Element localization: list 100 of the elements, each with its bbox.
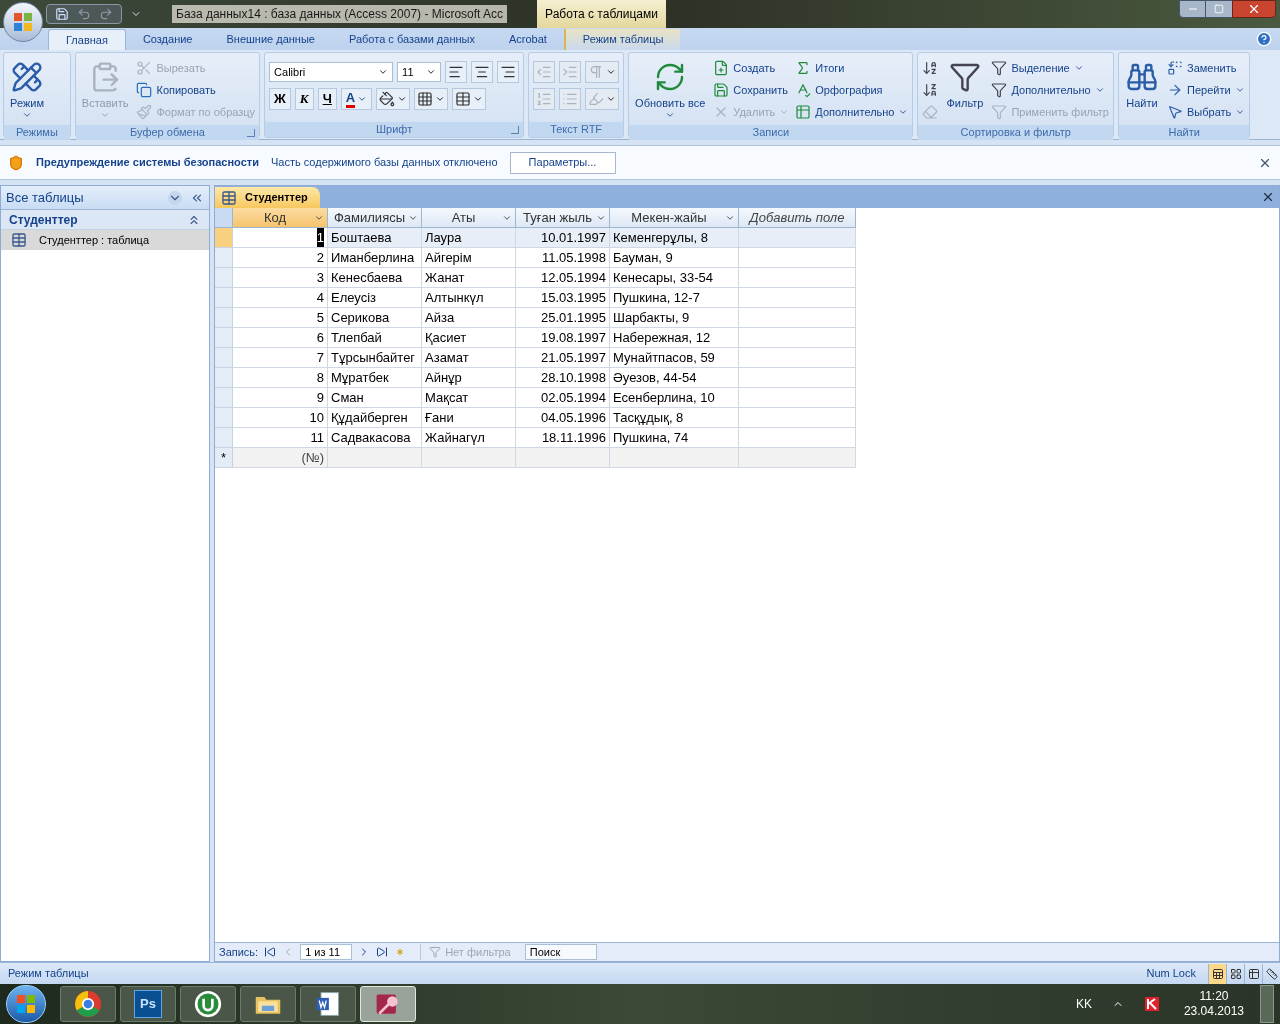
ribbon-button[interactable]: Обновить все — [631, 57, 710, 125]
table-cell: 12.05.1994 — [516, 268, 610, 288]
column-header[interactable]: Аты — [422, 208, 516, 228]
table-cell: Бауман, 9 — [610, 248, 739, 268]
icon-button[interactable] — [497, 61, 520, 83]
caret-icon — [1094, 85, 1105, 95]
ribbon-button[interactable]: Выбрать — [1165, 101, 1248, 123]
column-header[interactable]: Мекен-жайы — [610, 208, 739, 228]
start-button[interactable] — [6, 985, 46, 1023]
save-icon[interactable] — [55, 7, 69, 21]
maximize-button[interactable] — [1206, 0, 1232, 18]
format-button[interactable]: A — [340, 88, 373, 110]
table-cell: Иманберлина — [328, 248, 422, 268]
taskbar-button[interactable]: Ps — [120, 986, 176, 1022]
icon-button[interactable] — [414, 88, 449, 110]
close-icon[interactable] — [1261, 190, 1275, 204]
close-button[interactable] — [1232, 0, 1276, 18]
ribbon-button[interactable]: Орфография — [793, 79, 911, 101]
table-cell: Айгерім — [422, 248, 516, 268]
view-button[interactable] — [1226, 963, 1244, 984]
font-combo[interactable]: Calibri — [269, 62, 394, 82]
ribbon-button[interactable]: Дополнительно — [793, 101, 911, 123]
ribbon-button[interactable]: Перейти — [1165, 79, 1248, 101]
clock[interactable]: 11:20 23.04.2013 — [1183, 989, 1244, 1019]
ribbon-button[interactable]: Фильтр — [942, 57, 988, 125]
close-icon — [1247, 2, 1261, 16]
group-label: Текст RTF — [550, 122, 603, 138]
dropdown-icon[interactable] — [168, 190, 182, 205]
ribbon-tab[interactable]: Создание — [125, 29, 210, 50]
ribbon-button[interactable]: Найти — [1121, 57, 1163, 125]
record-number-field[interactable]: 1 из 11 — [300, 944, 353, 960]
format-button[interactable]: К — [294, 88, 314, 110]
caret-icon — [357, 94, 368, 104]
pane-title: Все таблицы — [6, 188, 84, 207]
ribbon-tab[interactable]: Главная — [48, 29, 126, 50]
ribbon-button[interactable]: Выделение — [989, 57, 1111, 79]
taskbar-button[interactable] — [300, 986, 356, 1022]
column-header[interactable]: Добавить поле — [739, 208, 856, 228]
last-record-icon[interactable] — [376, 946, 389, 958]
taskbar-button[interactable] — [240, 986, 296, 1022]
ribbon-button[interactable]: Копировать — [134, 79, 258, 101]
group-header[interactable]: Студенттер — [1, 210, 209, 230]
align-center-icon — [474, 64, 491, 80]
view-icon — [1229, 967, 1242, 980]
ribbon-tab[interactable]: Внешние данные — [209, 29, 332, 50]
ribbon-button[interactable]: Создать — [711, 57, 792, 79]
new-record-icon — [713, 60, 730, 76]
format-button[interactable]: Ж — [269, 88, 291, 110]
warning-message: Часть содержимого базы данных отключено — [270, 155, 498, 171]
maximize-icon — [1214, 4, 1224, 14]
help-icon[interactable] — [1256, 31, 1272, 47]
view-button[interactable] — [1208, 963, 1226, 984]
minimize-button[interactable] — [1179, 0, 1206, 18]
antivirus-icon[interactable] — [1143, 996, 1160, 1012]
ribbon-tab[interactable]: Работа с базами данных — [331, 29, 492, 50]
view-icon — [1211, 967, 1224, 980]
options-button[interactable]: Параметры... — [509, 151, 616, 174]
icon-button[interactable] — [445, 61, 468, 83]
caret-icon — [426, 67, 437, 77]
dialog-launcher-icon[interactable] — [511, 125, 520, 134]
column-header[interactable]: Код — [233, 208, 328, 228]
format-button[interactable]: Ч — [317, 88, 337, 110]
ribbon-button[interactable]: Сохранить — [711, 79, 792, 101]
dialog-launcher-icon[interactable] — [247, 128, 256, 137]
caret-icon — [22, 110, 32, 120]
undo-icon[interactable] — [77, 7, 91, 21]
ribbon-button[interactable]: Заменить — [1165, 57, 1248, 79]
language-indicator[interactable]: KK — [1075, 995, 1092, 1013]
eraser-icon — [922, 104, 939, 120]
taskbar-button[interactable] — [180, 986, 236, 1022]
table-cell: Шарбакты, 9 — [610, 308, 739, 328]
icon-button[interactable] — [471, 61, 494, 83]
view-button[interactable] — [1244, 963, 1262, 984]
font-combo[interactable]: 11 — [397, 62, 442, 82]
redo-icon[interactable] — [99, 7, 113, 21]
document-tab[interactable]: Студенттер — [215, 187, 320, 208]
ribbon-tab[interactable]: Режим таблицы — [563, 29, 681, 50]
icon-button[interactable] — [376, 88, 411, 110]
view-icon — [1247, 967, 1260, 980]
table-cell: Мұратбек — [328, 368, 422, 388]
ribbon-tab[interactable]: Acrobat — [491, 29, 564, 50]
first-record-icon[interactable] — [264, 946, 277, 958]
indent-decrease-icon — [536, 64, 553, 80]
icon-button[interactable] — [452, 88, 487, 110]
office-button[interactable] — [3, 2, 43, 42]
nav-item[interactable]: Студенттер : таблица — [1, 230, 209, 250]
table-cell: (№) — [233, 448, 328, 468]
table-cell: Тұрсынбайтег — [328, 348, 422, 368]
caret-icon — [1235, 107, 1246, 117]
ribbon-button[interactable]: Дополнительно — [989, 79, 1111, 101]
column-header[interactable]: Фамилиясы — [328, 208, 422, 228]
ribbon-button[interactable]: Режим — [6, 57, 48, 125]
status-text: Режим таблицы — [8, 966, 89, 982]
warning-title: Предупреждение системы безопасности — [36, 155, 259, 171]
column-header[interactable]: Туған жыль — [516, 208, 610, 228]
view-button[interactable] — [1262, 963, 1280, 984]
search-field[interactable]: Поиск — [524, 944, 597, 960]
group-label: Сортировка и фильтр — [960, 125, 1071, 141]
taskbar-button[interactable] — [60, 986, 116, 1022]
ribbon-button[interactable]: Итоги — [793, 57, 911, 79]
